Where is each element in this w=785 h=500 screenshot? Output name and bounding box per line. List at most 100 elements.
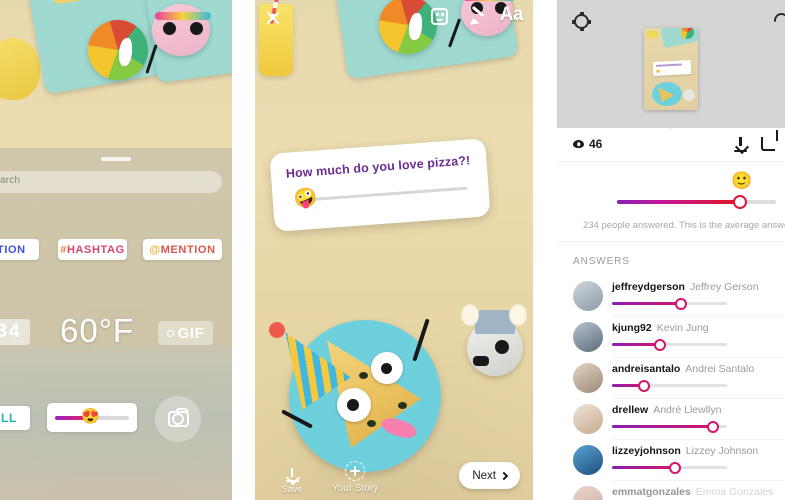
panel-gap-1 xyxy=(232,0,255,500)
list-item[interactable]: lizzeyjohnson Lizzey Johnson xyxy=(557,440,785,481)
list-item[interactable]: drellew André Llewllyn xyxy=(557,399,785,440)
answer-slider-knob xyxy=(675,297,687,310)
sticker-slider[interactable]: 😍 xyxy=(47,403,137,432)
sticker-mention-label: MENTION xyxy=(160,243,216,256)
sticker-mention[interactable]: @ MENTION xyxy=(143,239,222,260)
decor-horn-right xyxy=(509,304,527,326)
average-slider-fill xyxy=(617,200,741,204)
story-thumbnail[interactable] xyxy=(644,28,698,110)
camera-button[interactable] xyxy=(155,396,201,442)
hashtag-symbol: # xyxy=(60,243,67,256)
decor-bananas xyxy=(0,38,40,100)
sticker-location[interactable]: ATION xyxy=(0,239,39,260)
answers-list[interactable]: jeffreydgerson Jeffrey Gerson kjung92 Kevi… xyxy=(557,276,785,500)
sticker-hashtag[interactable]: # HASHTAG xyxy=(58,239,127,260)
slider-question: How much do you love pizza?! xyxy=(285,153,471,181)
save-button[interactable]: Save xyxy=(276,468,308,494)
sticker-poll-label: OLL xyxy=(0,411,17,425)
decor-beachball xyxy=(88,20,148,80)
text-icon[interactable]: Aa xyxy=(500,4,524,26)
decor-olive-2 xyxy=(398,402,407,409)
decor-googly-eye-1 xyxy=(371,352,403,384)
sheet-drag-handle[interactable] xyxy=(101,157,131,161)
your-story-label: Your Story xyxy=(331,483,379,494)
decor-glasses xyxy=(155,12,211,20)
slider-emoji-icon[interactable]: 🤪 xyxy=(293,188,318,211)
list-item[interactable]: andreisantalo Andrei Santalo xyxy=(557,358,785,399)
decor-olive-3 xyxy=(367,420,376,427)
slider-sticker-card[interactable]: How much do you love pizza?! 🤪 xyxy=(269,138,491,232)
answer-slider-fill xyxy=(612,466,675,469)
answer-username: emmatgonzales xyxy=(612,486,691,498)
decor-viking-mouth xyxy=(473,356,489,366)
next-button[interactable]: Next xyxy=(459,462,520,489)
save-label: Save xyxy=(281,484,303,494)
answer-fullname: Kevin Jung xyxy=(656,322,709,334)
gear-icon[interactable] xyxy=(572,12,591,31)
sticker-location-label: ATION xyxy=(0,243,26,256)
answer-fullname: Andrei Santalo xyxy=(685,363,755,375)
views-number: 46 xyxy=(589,137,603,151)
decor-pompom xyxy=(269,322,285,338)
avatar xyxy=(573,404,603,434)
insights-hero xyxy=(557,0,785,128)
answer-slider-knob xyxy=(707,420,719,433)
sticker-weather[interactable]: 60°F xyxy=(60,312,134,350)
download-icon[interactable] xyxy=(734,137,747,152)
answer-names: andreisantalo Andrei Santalo xyxy=(612,358,785,376)
answer-slider-fill xyxy=(612,425,713,428)
decor-eye-left xyxy=(163,22,176,35)
plus-circle-icon xyxy=(345,461,365,481)
answer-fullname: André Llewllyn xyxy=(653,404,722,416)
answer-username: kjung92 xyxy=(612,322,652,334)
list-item[interactable]: emmatgonzales Emma Gonzales xyxy=(557,481,785,500)
close-icon[interactable] xyxy=(265,10,281,26)
sticker-gif[interactable]: GIF xyxy=(158,321,213,345)
decor-horn-left xyxy=(461,304,479,326)
sticker-icon[interactable] xyxy=(431,8,448,25)
average-slider-knob[interactable] xyxy=(733,195,747,209)
screenshot-root: arch ATION #HASHTAG @MENTION 34 60°F GIF… xyxy=(0,0,785,500)
share-icon[interactable] xyxy=(761,137,775,151)
decor-olive-1 xyxy=(359,372,368,379)
story-composer-panel: Aa How much do you love pizza?! 🤪 Save Y… xyxy=(255,0,533,500)
camera-icon xyxy=(167,408,189,427)
answer-username: andreisantalo xyxy=(612,363,681,375)
average-answer-section: 🙂 234 people answered. This is the avera… xyxy=(557,162,785,242)
sticker-weather-label: 60°F xyxy=(60,312,135,349)
pen-icon[interactable] xyxy=(469,7,487,25)
list-item[interactable]: kjung92 Kevin Jung xyxy=(557,317,785,358)
chevron-right-icon xyxy=(499,471,509,480)
sticker-tray-panel: arch ATION #HASHTAG @MENTION 34 60°F GIF… xyxy=(0,0,232,500)
next-label: Next xyxy=(472,469,496,482)
list-item[interactable]: jeffreydgerson Jeffrey Gerson xyxy=(557,276,785,317)
composer-bottom-bar: Save Your Story Next xyxy=(255,450,533,500)
insights-meta-row: 46 xyxy=(557,128,785,162)
average-emoji-icon: 🙂 xyxy=(731,171,753,190)
answer-names: jeffreydgerson Jeffrey Gerson xyxy=(612,276,785,294)
answer-names: drellew André Llewllyn xyxy=(612,399,785,417)
more-icon[interactable] xyxy=(771,10,785,31)
views-count[interactable]: 46 xyxy=(573,137,602,151)
sticker-time-label: 34 xyxy=(0,321,22,342)
search-input[interactable]: arch xyxy=(0,171,222,193)
composer-photo-background xyxy=(255,0,533,500)
sticker-hashtag-label: HASHTAG xyxy=(66,243,125,256)
thumbnail-caret xyxy=(662,120,680,129)
answer-names: kjung92 Kevin Jung xyxy=(612,317,785,335)
decor-eye-right xyxy=(190,22,203,35)
slider-sticker-track[interactable] xyxy=(304,186,468,202)
sticker-poll[interactable]: OLL xyxy=(0,406,30,430)
answer-username: drellew xyxy=(612,404,649,416)
answer-fullname: Jeffrey Gerson xyxy=(689,281,759,293)
download-icon xyxy=(285,468,299,482)
eye-icon xyxy=(573,140,584,148)
composer-top-bar: Aa xyxy=(255,0,533,40)
your-story-button[interactable]: Your Story xyxy=(319,461,391,494)
search-placeholder: arch xyxy=(0,175,21,186)
mention-symbol: @ xyxy=(149,243,161,256)
avatar xyxy=(573,486,603,500)
heart-eyes-emoji-icon: 😍 xyxy=(81,408,101,425)
decor-googly-eye-2 xyxy=(337,388,371,422)
sticker-time[interactable]: 34 xyxy=(0,319,30,345)
